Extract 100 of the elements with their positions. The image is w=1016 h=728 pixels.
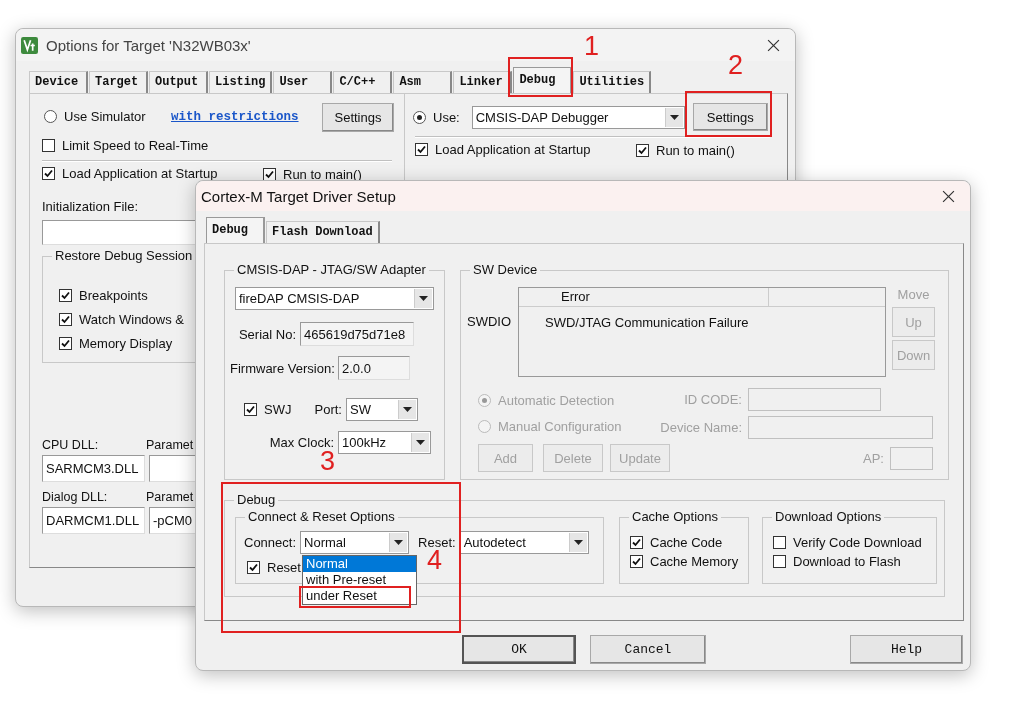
checkmark-icon xyxy=(60,313,71,325)
checkbox-label: Download to Flash xyxy=(793,554,901,569)
column-header: Error xyxy=(519,288,769,306)
checkbox[interactable] xyxy=(773,555,786,568)
checkbox[interactable] xyxy=(263,167,276,181)
checkbox[interactable] xyxy=(244,402,257,416)
dialog-button[interactable]: OK xyxy=(462,635,576,664)
radio-label: Use Simulator xyxy=(64,108,146,124)
checkmark-icon xyxy=(43,168,54,179)
dropdown-arrow-icon xyxy=(573,540,583,545)
field-label: AP: xyxy=(862,450,885,466)
move-label: Move xyxy=(897,287,930,302)
checkbox[interactable] xyxy=(415,143,428,156)
highlight-frame xyxy=(508,57,573,97)
checkbox-label: Watch Windows & xyxy=(79,311,184,327)
checkbox[interactable] xyxy=(59,312,72,326)
dialog-button[interactable]: Help xyxy=(850,635,963,664)
tab[interactable]: Flash Download xyxy=(266,221,380,243)
dropdown-option[interactable]: under Reset xyxy=(303,588,380,604)
field-label: ID CODE: xyxy=(683,392,743,407)
text-field[interactable]: DARMCM1.DLL xyxy=(42,507,145,534)
checkmark-icon xyxy=(637,144,648,156)
tab[interactable]: Utilities xyxy=(573,71,652,93)
field-label: Device Name: xyxy=(659,420,743,435)
dropdown[interactable]: CMSIS-DAP Debugger xyxy=(471,105,685,129)
text-field[interactable] xyxy=(890,446,933,470)
checkbox[interactable] xyxy=(630,555,643,568)
field-label: Initialization File: xyxy=(41,199,140,214)
tab[interactable]: Device xyxy=(29,71,88,93)
checkmark-icon xyxy=(416,144,427,155)
checkbox[interactable] xyxy=(42,167,55,180)
checkbox[interactable] xyxy=(247,561,260,574)
dropdown[interactable]: fireDAP CMSIS-DAP xyxy=(235,287,434,310)
dropdown[interactable]: 100kHz xyxy=(338,431,431,454)
checkbox[interactable] xyxy=(42,138,55,152)
checkbox[interactable] xyxy=(59,336,72,350)
checkbox-label: SWJ xyxy=(264,401,292,417)
field-label: Paramet xyxy=(146,438,194,452)
window-title: Options for Target 'N32WB03x' xyxy=(46,36,251,54)
group-title: Debug xyxy=(234,492,279,508)
settings-button[interactable]: Settings xyxy=(692,103,768,131)
tab[interactable]: Debug xyxy=(206,217,265,243)
checkmark-icon xyxy=(264,168,275,180)
radio-button[interactable] xyxy=(413,110,426,124)
dropdown-arrow-icon xyxy=(394,540,404,545)
checkmark-icon xyxy=(60,289,71,301)
dropdown[interactable]: Normal xyxy=(300,531,410,554)
checkbox-label: Reset xyxy=(267,560,301,575)
text-field[interactable]: SARMCM3.DLL xyxy=(42,455,145,482)
checkbox-label: Load Application at Startup xyxy=(62,166,218,181)
radio-button[interactable] xyxy=(44,109,57,123)
tab[interactable]: Debug xyxy=(513,67,573,93)
checkbox-label: Run to main() xyxy=(283,166,362,182)
dropdown-arrow-icon xyxy=(669,114,679,120)
dialog-button[interactable]: Cancel xyxy=(590,635,706,664)
group-title: Cache Options xyxy=(629,509,721,525)
tab[interactable]: Asm xyxy=(393,71,453,93)
row-label: SWDIO xyxy=(466,313,513,331)
tab[interactable]: User xyxy=(273,71,333,93)
checkmark-icon xyxy=(248,562,259,573)
group-title: CMSIS-DAP - JTAG/SW Adapter xyxy=(234,262,429,278)
radio-label: Automatic Detection xyxy=(498,393,615,408)
dropdown-option[interactable]: with Pre-reset xyxy=(303,572,390,588)
text-field[interactable] xyxy=(748,388,881,411)
dropdown-arrow-icon xyxy=(403,407,412,412)
link[interactable]: with restrictions xyxy=(171,110,299,124)
step-number: 2 xyxy=(728,50,744,80)
checkmark-icon xyxy=(60,337,71,349)
table-cell-text: SWD/JTAG Communication Failure xyxy=(544,314,750,330)
tab[interactable]: Linker xyxy=(453,71,513,93)
field-label: Connect: xyxy=(244,535,297,550)
field-label: Firmware Version: xyxy=(230,360,336,376)
checkbox[interactable] xyxy=(773,536,786,549)
checkbox-label: Load Application at Startup xyxy=(435,142,591,157)
checkmark-icon xyxy=(245,403,256,415)
settings-button[interactable]: Settings xyxy=(322,102,394,132)
text-field[interactable] xyxy=(748,416,933,439)
checkbox[interactable] xyxy=(636,143,649,157)
radio-label: Use: xyxy=(433,109,460,125)
dropdown-option[interactable]: Normal xyxy=(303,556,416,572)
text-field[interactable]: 2.0.0 xyxy=(338,356,410,380)
tab[interactable]: Listing xyxy=(209,71,273,93)
tab[interactable]: Target xyxy=(89,71,148,93)
checkbox[interactable] xyxy=(630,536,643,549)
field-label: Serial No: xyxy=(237,326,297,342)
dropdown[interactable]: Autodetect xyxy=(459,531,589,554)
checkbox-label: Verify Code Download xyxy=(793,535,922,550)
dropdown-arrow-icon xyxy=(419,296,428,301)
checkbox[interactable] xyxy=(59,288,72,302)
close-icon[interactable] xyxy=(767,38,780,52)
dropdown[interactable]: SW xyxy=(346,398,418,421)
checkmark-icon xyxy=(631,556,642,567)
close-icon[interactable] xyxy=(942,189,955,203)
window-title: Cortex-M Target Driver Setup xyxy=(201,187,396,205)
checkbox-label: Limit Speed to Real-Time xyxy=(62,137,209,153)
field-label: CPU DLL: xyxy=(42,438,100,452)
tab[interactable]: Output xyxy=(149,71,208,93)
text-field[interactable]: 465619d75d71e8 xyxy=(300,322,414,346)
tab[interactable]: C/C++ xyxy=(333,71,393,93)
field-label: Reset: xyxy=(418,535,456,550)
